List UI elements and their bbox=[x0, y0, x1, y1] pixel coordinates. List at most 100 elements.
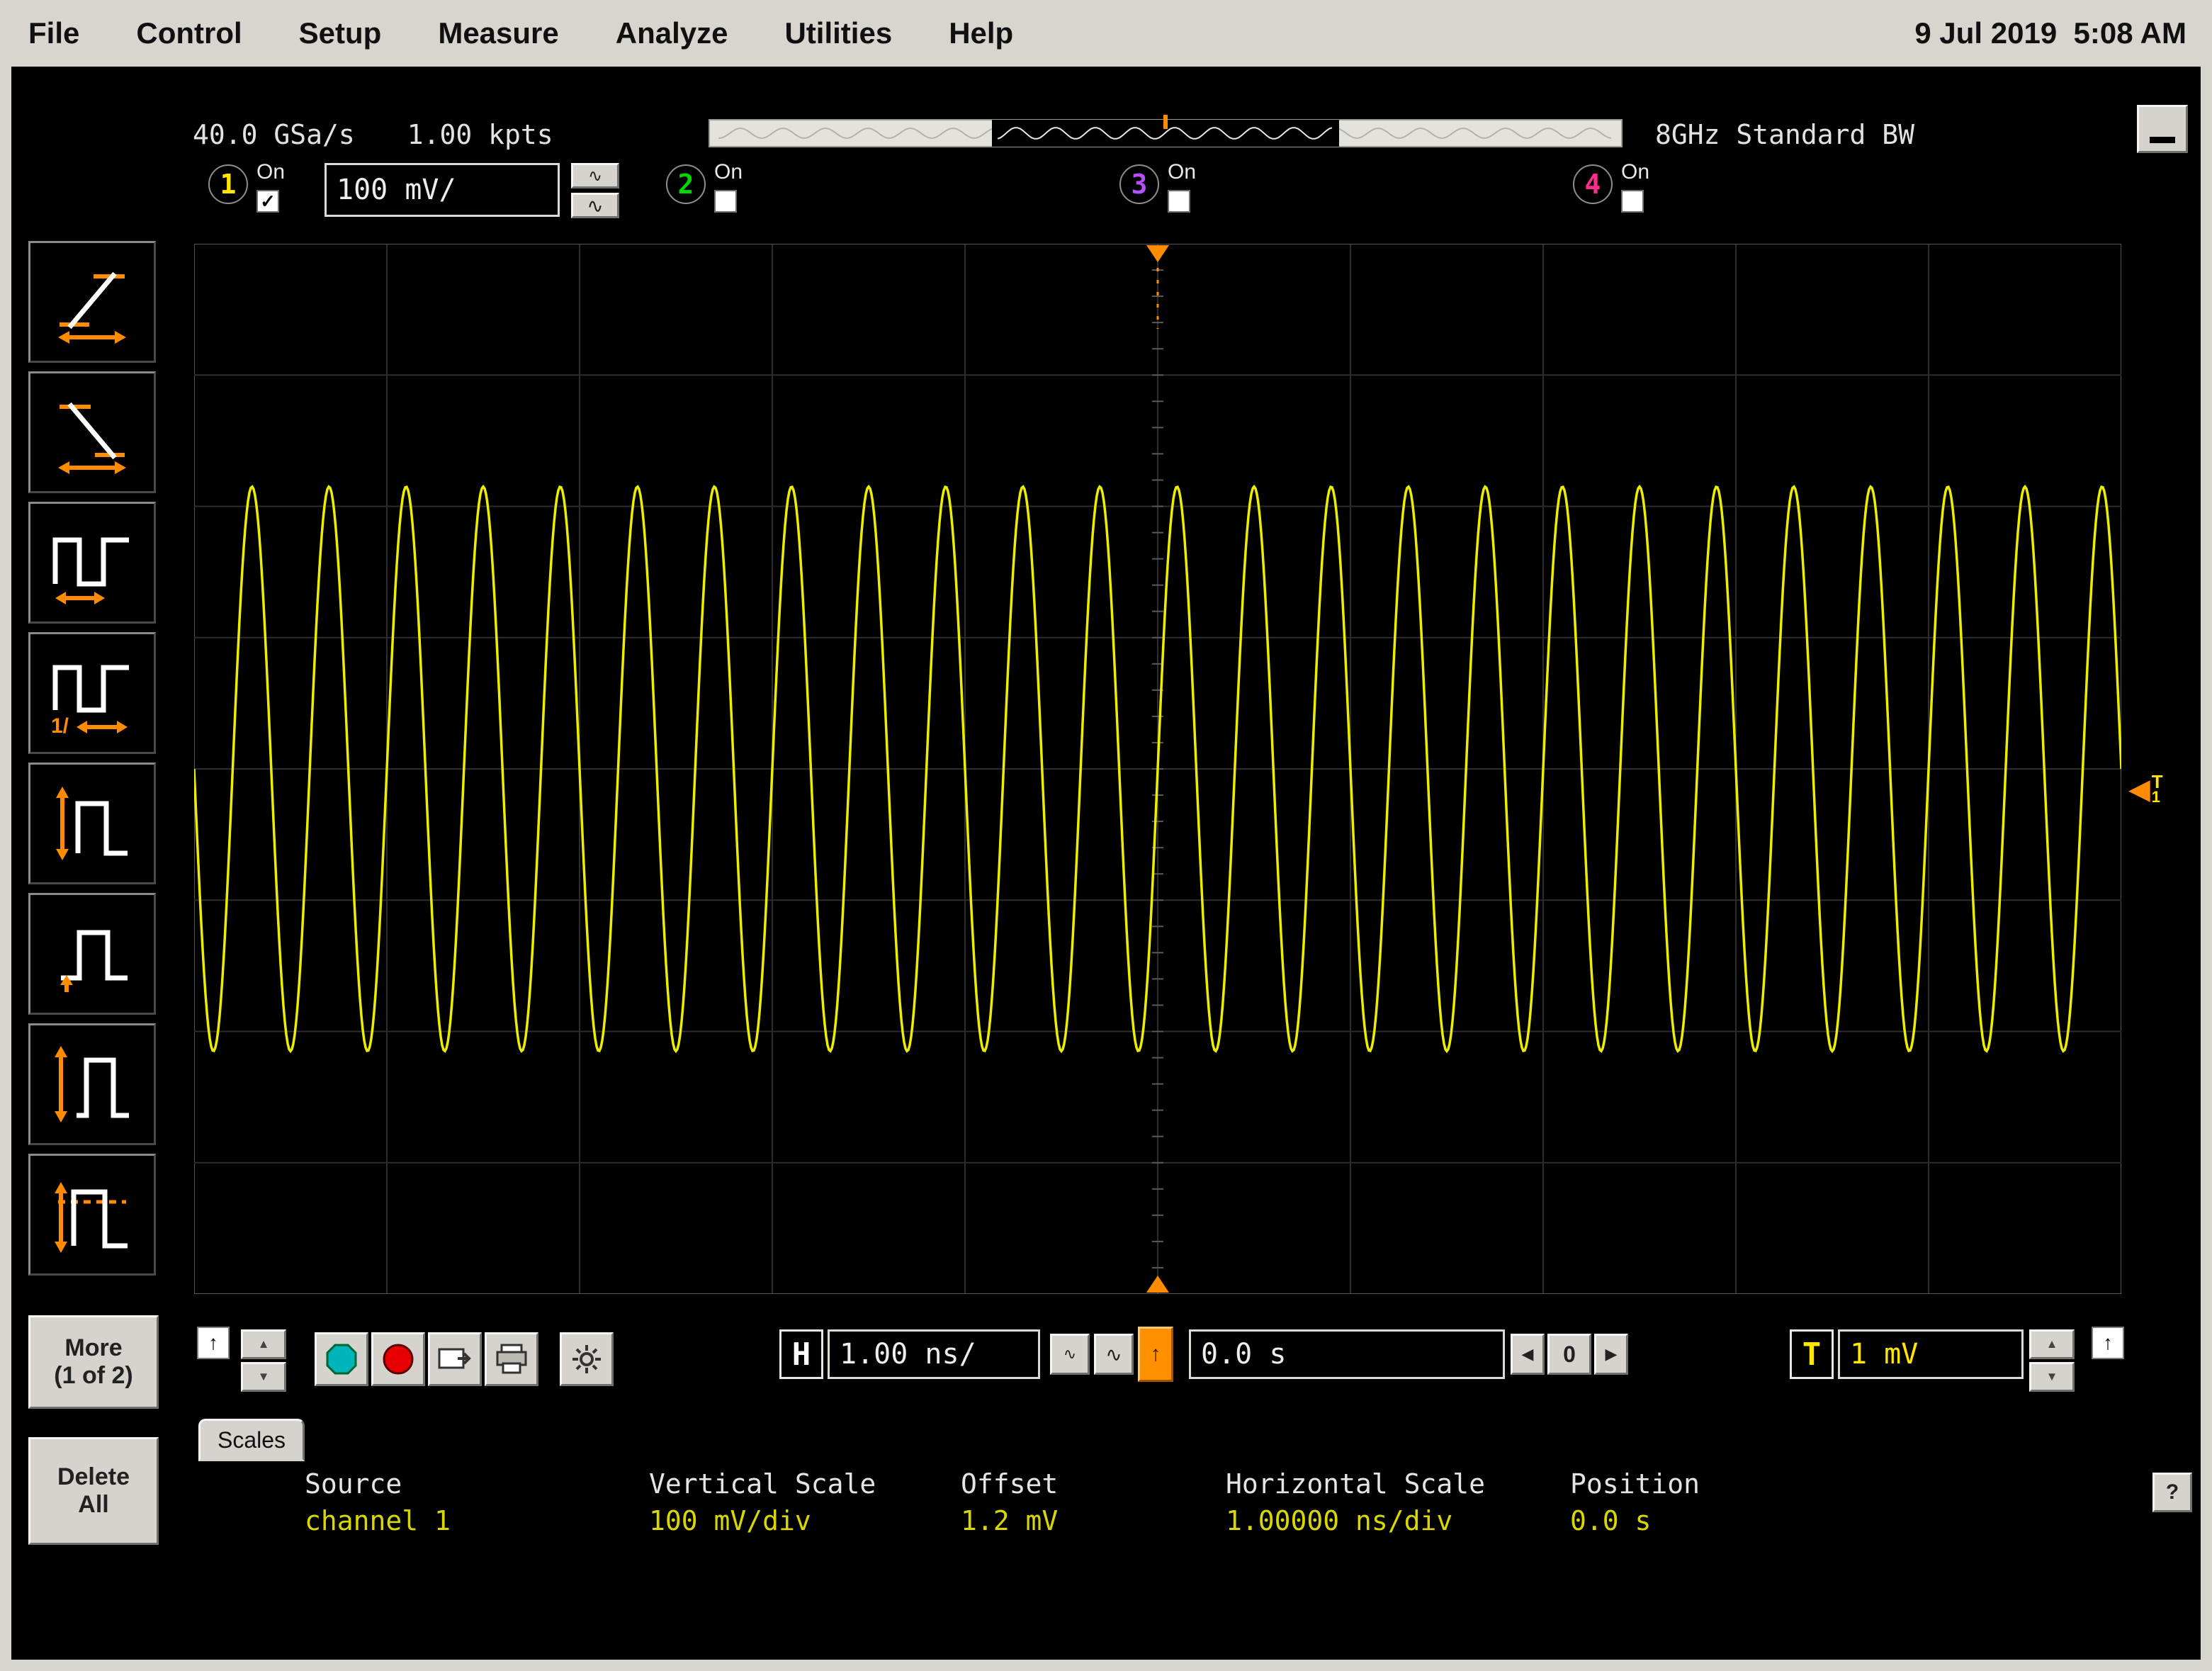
menu-utilities[interactable]: Utilities bbox=[756, 16, 920, 50]
scales-header-vertical: Vertical Scale bbox=[649, 1468, 876, 1500]
minimize-button[interactable] bbox=[2137, 105, 2188, 153]
zero-label: 0 bbox=[1563, 1341, 1576, 1367]
horizontal-key[interactable]: H bbox=[779, 1329, 823, 1379]
more-measurements-button[interactable]: More (1 of 2) bbox=[28, 1315, 159, 1409]
channel-4-badge[interactable]: 4 bbox=[1573, 164, 1613, 204]
scales-value-position: 0.0 s bbox=[1570, 1505, 1652, 1536]
menu-control[interactable]: Control bbox=[108, 16, 270, 50]
trigger-key[interactable]: T bbox=[1790, 1329, 1834, 1379]
run-octagon-icon bbox=[326, 1344, 357, 1375]
measure-rise-time-button[interactable] bbox=[28, 241, 156, 363]
print-button[interactable] bbox=[485, 1332, 538, 1386]
v-amplitude-icon bbox=[55, 1046, 129, 1123]
measure-frequency-button[interactable]: 1/ bbox=[28, 632, 156, 754]
menu-file[interactable]: File bbox=[0, 16, 108, 50]
channel-4-on-label: On bbox=[1621, 160, 1650, 184]
delete-all-button[interactable]: Delete All bbox=[28, 1437, 159, 1545]
sample-rate-readout: 40.0 GSa/s bbox=[193, 119, 355, 150]
channel-1-scale-display[interactable]: 100 mV/ bbox=[325, 163, 560, 217]
measure-vamplitude-button[interactable] bbox=[28, 1023, 156, 1145]
scales-value-horizontal: 1.00000 ns/div bbox=[1226, 1505, 1453, 1536]
spinner-down-button[interactable]: ▼ bbox=[241, 1362, 286, 1392]
scales-tab[interactable]: Scales bbox=[198, 1419, 305, 1461]
trigger-level-marker[interactable]: ◀ T 1 bbox=[2128, 772, 2163, 806]
bandwidth-readout: 8GHz Standard BW bbox=[1655, 119, 1915, 150]
channel-3-on-checkbox[interactable] bbox=[1168, 190, 1190, 213]
measure-fall-time-button[interactable] bbox=[28, 371, 156, 493]
screen-capture-icon bbox=[438, 1348, 471, 1369]
left-spinner: ▲ ▼ bbox=[241, 1329, 286, 1392]
datetime-display: 9 Jul 2019 5:08 AM bbox=[1914, 16, 2186, 50]
expand-right-button[interactable]: ↑ bbox=[2092, 1327, 2124, 1359]
memory-depth-readout: 1.00 kpts bbox=[407, 119, 553, 150]
measure-vtop-button[interactable] bbox=[28, 893, 156, 1015]
menu-help[interactable]: Help bbox=[920, 16, 1042, 50]
channel-2-on-checkbox[interactable] bbox=[714, 190, 737, 213]
channel-1-coupling-button-top[interactable]: ∿ bbox=[571, 163, 619, 189]
channel-3-badge[interactable]: 3 bbox=[1119, 164, 1159, 204]
trigger-level-value: 1 mV bbox=[1850, 1338, 1919, 1371]
timebase-display[interactable]: 1.00 ns/ bbox=[828, 1329, 1040, 1379]
svg-text:1/: 1/ bbox=[51, 714, 69, 736]
trigger-level-display[interactable]: 1 mV bbox=[1838, 1329, 2024, 1379]
channel-4-on-checkbox[interactable] bbox=[1621, 190, 1644, 213]
waveform-grid bbox=[193, 243, 2123, 1295]
trigger-level-arrow-icon: ◀ bbox=[2128, 773, 2150, 805]
channel-2-on-label: On bbox=[714, 160, 743, 184]
channel-1-badge[interactable]: 1 bbox=[208, 164, 248, 204]
scales-header-horizontal: Horizontal Scale bbox=[1226, 1468, 1486, 1500]
trigger-marker-channel-label: 1 bbox=[2151, 788, 2161, 806]
spinner-up-button[interactable]: ▲ bbox=[241, 1329, 286, 1359]
up-arrow-icon: ↑ bbox=[1150, 1342, 1161, 1366]
stop-button[interactable] bbox=[371, 1332, 425, 1386]
minimize-icon bbox=[2150, 136, 2175, 143]
channel-2-badge[interactable]: 2 bbox=[666, 164, 706, 204]
horizontal-position-display[interactable]: 0.0 s bbox=[1189, 1329, 1505, 1379]
clear-display-button[interactable] bbox=[560, 1332, 614, 1386]
screen-capture-button[interactable] bbox=[428, 1332, 482, 1386]
clear-display-sun-icon bbox=[572, 1345, 601, 1373]
menu-setup[interactable]: Setup bbox=[271, 16, 410, 50]
position-zero-button[interactable]: 0 bbox=[1547, 1334, 1591, 1375]
menu-analyze[interactable]: Analyze bbox=[587, 16, 757, 50]
acquisition-memory-bar[interactable] bbox=[709, 115, 1623, 152]
scales-header-offset: Offset bbox=[961, 1468, 1059, 1500]
timebase-value: 1.00 ns/ bbox=[840, 1338, 976, 1371]
spinner-up-icon: ▲ bbox=[2045, 1337, 2058, 1351]
help-button[interactable]: ? bbox=[2152, 1473, 2192, 1512]
rise-time-icon bbox=[58, 271, 126, 344]
measure-period-button[interactable] bbox=[28, 502, 156, 624]
run-button[interactable] bbox=[315, 1332, 368, 1386]
v-peak-peak-icon bbox=[56, 787, 128, 860]
menubar: File Control Setup Measure Analyze Utili… bbox=[0, 0, 2212, 67]
menu-measure[interactable]: Measure bbox=[410, 16, 587, 50]
position-left-button[interactable]: ◀ bbox=[1511, 1334, 1545, 1375]
scales-value-vertical: 100 mV/div bbox=[649, 1505, 811, 1536]
ac-coupling-icon: ∿ bbox=[587, 166, 603, 186]
ac-coupling-icon: ∿ bbox=[587, 194, 604, 217]
trigger-spinner-down-button[interactable]: ▼ bbox=[2029, 1362, 2075, 1392]
measure-vpp-button[interactable] bbox=[28, 763, 156, 884]
v-top-icon bbox=[60, 930, 128, 992]
horizontal-zoom-button[interactable]: ∿ bbox=[1094, 1334, 1134, 1375]
stop-circle-icon bbox=[383, 1344, 414, 1375]
channel-1-scale-value: 100 mV/ bbox=[337, 174, 456, 206]
more-label-line2: (1 of 2) bbox=[54, 1362, 133, 1389]
v-overshoot-icon bbox=[55, 1182, 128, 1253]
horizontal-search-button[interactable]: ∿ bbox=[1050, 1334, 1090, 1375]
scales-value-offset: 1.2 mV bbox=[961, 1505, 1059, 1536]
measure-vovershoot-button[interactable] bbox=[28, 1154, 156, 1276]
scales-header-source: Source bbox=[305, 1468, 402, 1500]
position-right-button[interactable]: ▶ bbox=[1594, 1334, 1628, 1375]
expand-left-button[interactable]: ↑ bbox=[197, 1327, 230, 1359]
trigger-spinner-up-button[interactable]: ▲ bbox=[2029, 1329, 2075, 1359]
period-icon bbox=[52, 537, 129, 604]
channel-1-on-checkbox[interactable]: ✓ bbox=[256, 190, 279, 213]
channel-1-coupling-button-bottom[interactable]: ∿ bbox=[571, 193, 619, 218]
up-arrow-icon: ↑ bbox=[208, 1332, 218, 1354]
trigger-position-button[interactable]: ↑ bbox=[1138, 1327, 1173, 1382]
small-sine-icon: ∿ bbox=[1063, 1345, 1077, 1363]
waveform-display[interactable] bbox=[193, 243, 2123, 1295]
sine-icon: ∿ bbox=[1105, 1343, 1122, 1366]
scales-header-position: Position bbox=[1570, 1468, 1700, 1500]
